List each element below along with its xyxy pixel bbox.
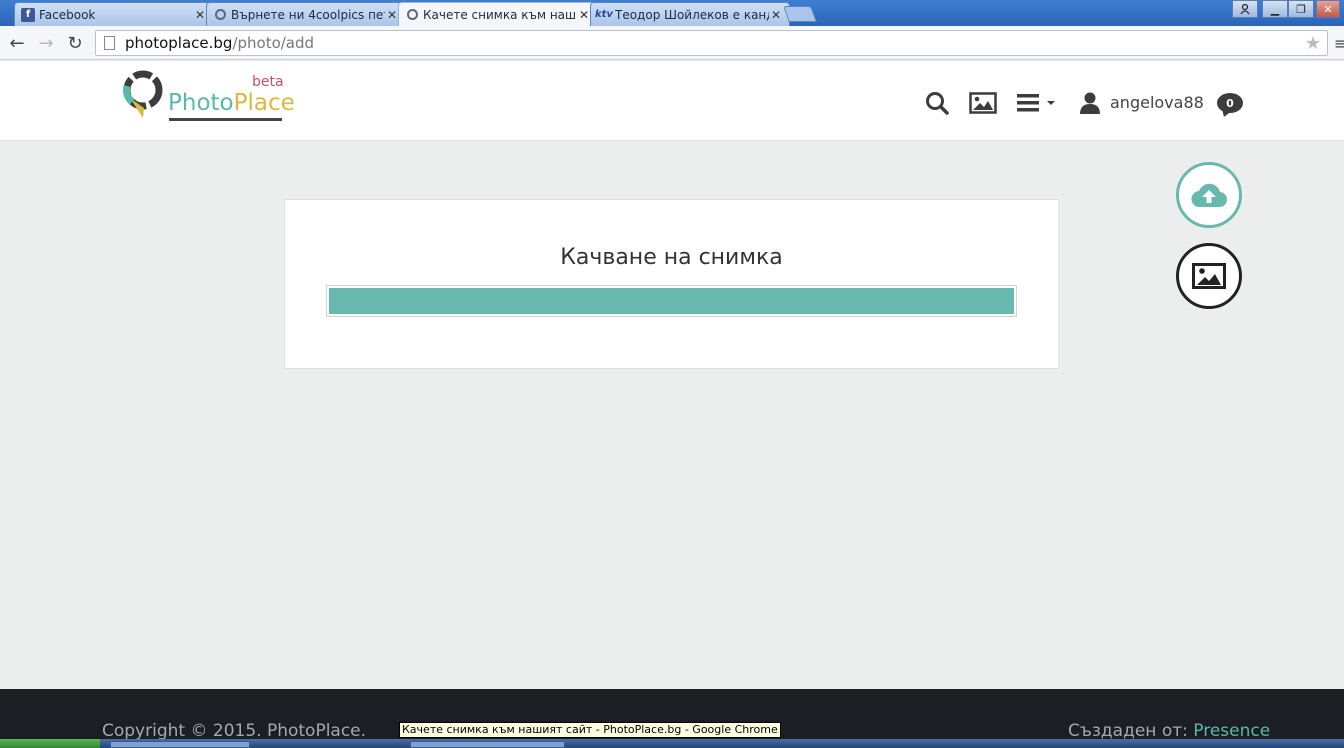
url-path: /photo/add [232,34,315,52]
page-title: Качване на снимка [560,245,783,270]
upload-progress-bar [326,285,1017,317]
picture-icon [1192,263,1226,289]
browser-tab-facebook[interactable]: f Facebook ✕ [14,2,214,26]
browser-tab-4coolpics[interactable]: Върнете ни 4coolpics пети ✕ [206,2,406,26]
tab-title: Facebook [39,7,96,22]
browser-toolbar: ← → ↻ photoplace.bg/photo/add ★ ≡ [0,26,1344,60]
facebook-icon: f [21,7,35,22]
close-icon[interactable]: ✕ [577,8,591,22]
profile-icon[interactable] [1232,0,1258,18]
upload-panel: Качване на снимка [284,199,1059,369]
cloud-upload-icon [1191,183,1227,208]
site-header: beta PhotoPlace angelova88 0 [0,61,1344,141]
user-icon[interactable] [1080,92,1100,118]
tab-title: Теодор Шойлеков е канди [615,7,769,22]
back-arrow-icon[interactable]: ← [5,31,29,55]
upload-progress-fill [329,288,1014,314]
browser-tab-ktv[interactable]: ktv Теодор Шойлеков е канди ✕ [590,2,790,26]
minimize-button[interactable]: ▁ [1262,0,1288,18]
address-bar[interactable]: photoplace.bg/photo/add ★ [95,30,1328,56]
presence-link[interactable]: Presence [1193,721,1270,741]
chrome-menu-icon[interactable]: ≡ [1334,34,1344,53]
logo-beta: beta [252,74,284,90]
photoplace-icon [405,8,419,22]
taskbar-item[interactable] [410,741,565,748]
start-button[interactable] [0,739,100,748]
close-icon[interactable]: ✕ [385,8,399,22]
footer-credits: Създаден от: Presence [1068,721,1271,741]
messages-badge[interactable]: 0 [1217,93,1243,113]
logo-pin-icon [123,70,163,118]
logo-text: PhotoPlace [168,90,295,116]
photoplace-logo[interactable]: beta PhotoPlace [122,68,295,122]
tab-title: Върнете ни 4coolpics пети [231,7,385,22]
tab-title: Качете снимка към нашият [423,7,577,22]
ktv-icon: ktv [595,9,613,20]
restore-button[interactable]: ❐ [1288,0,1314,18]
menu-bars-icon[interactable] [1017,94,1057,116]
url-host: photoplace.bg [125,34,233,52]
footer-copyright: Copyright © 2015. PhotoPlace. [102,721,367,741]
taskbar-item[interactable] [110,741,250,748]
page-icon [104,36,115,50]
close-icon[interactable]: ✕ [769,8,783,22]
gallery-button[interactable] [1176,243,1242,309]
reload-icon[interactable]: ↻ [63,31,87,55]
close-window-button[interactable]: ✕ [1316,0,1340,18]
upload-button[interactable] [1176,162,1242,228]
new-tab-button[interactable] [783,6,817,22]
browser-tab-strip: f Facebook ✕ Върнете ни 4coolpics пети ✕… [0,0,1344,26]
bookmark-star-icon[interactable]: ★ [1305,33,1321,54]
logo-underline [169,118,282,121]
search-icon[interactable] [925,91,949,119]
photoplace-icon [213,8,227,22]
username-link[interactable]: angelova88 [1110,93,1204,112]
forward-arrow-icon[interactable]: → [34,31,58,55]
browser-tab-upload[interactable]: Качете снимка към нашият ✕ [398,2,598,26]
image-icon[interactable] [969,92,997,118]
close-icon[interactable]: ✕ [193,8,207,22]
window-tooltip: Качете снимка към нашият сайт - PhotoPla… [399,722,781,738]
